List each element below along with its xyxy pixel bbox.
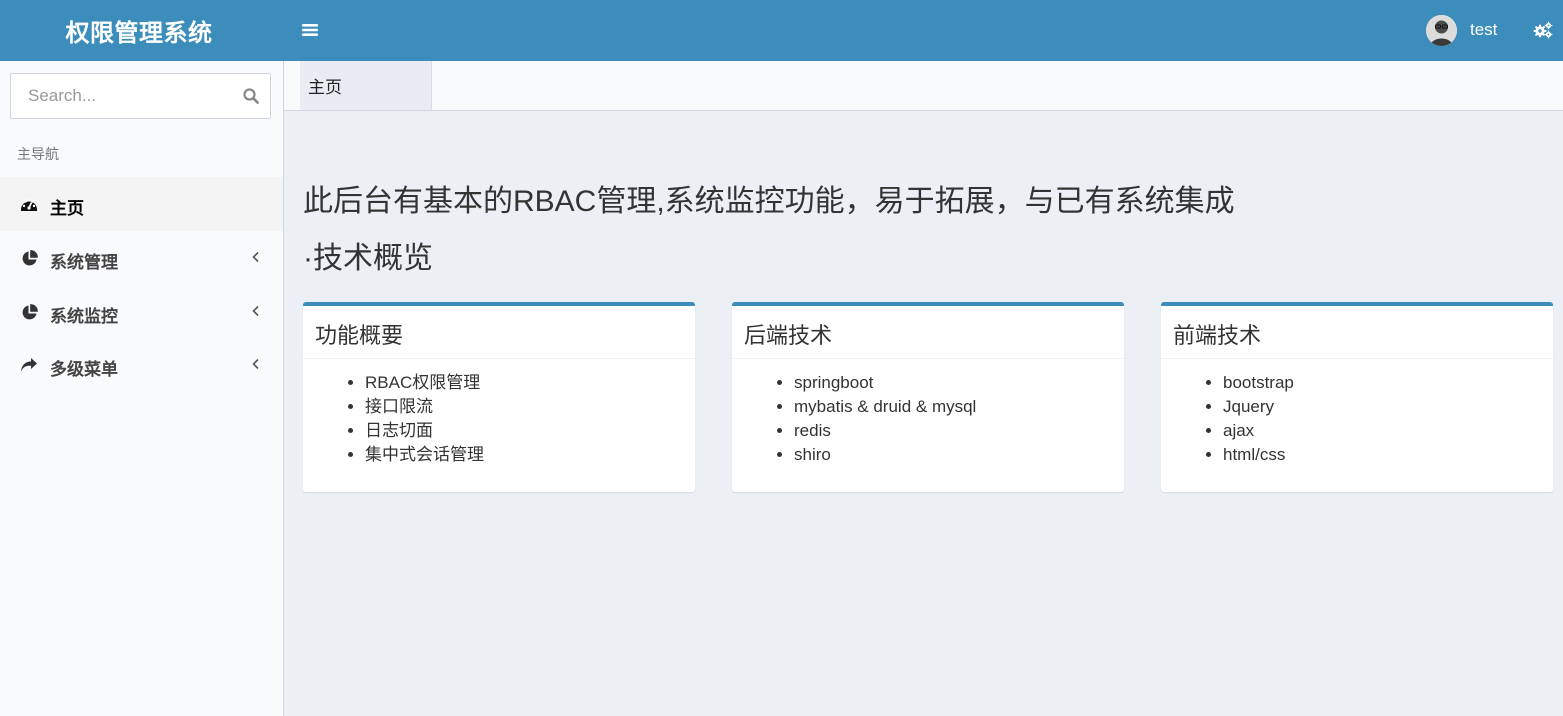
- share-arrow-icon: [19, 355, 39, 375]
- box-title: 前端技术: [1161, 306, 1553, 359]
- sidebar-toggle-button[interactable]: [294, 15, 326, 45]
- list-item: springboot: [794, 371, 1124, 395]
- sidebar-item-label: 系统监控: [50, 307, 118, 326]
- hamburger-menu-icon: [302, 24, 318, 36]
- list-item: 集中式会话管理: [365, 443, 695, 467]
- main-header: 权限管理系统 test: [0, 0, 1563, 61]
- list-item: Jquery: [1223, 395, 1553, 419]
- search-icon: [243, 88, 259, 104]
- gears-icon: [1533, 21, 1553, 39]
- section-title: ·技术概览: [303, 242, 433, 275]
- user-name: test: [1470, 20, 1498, 39]
- list-item: 接口限流: [365, 395, 695, 419]
- list-item: html/css: [1223, 443, 1553, 467]
- sidebar-item-label: 系统管理: [50, 253, 118, 272]
- list-item: 日志切面: [365, 419, 695, 443]
- search-button[interactable]: [231, 74, 271, 118]
- nav-header: 主导航: [17, 146, 59, 162]
- chevron-left-icon: [252, 358, 259, 370]
- frontend-tech-list: bootstrap Jquery ajax html/css: [1161, 359, 1553, 467]
- feature-summary-box: 功能概要 RBAC权限管理 接口限流 日志切面 集中式会话管理: [303, 302, 695, 492]
- user-menu[interactable]: test: [1418, 8, 1497, 52]
- sidebar-item-label: 多级菜单: [50, 360, 118, 379]
- page-tabs-bar: 主页: [284, 61, 1563, 111]
- chevron-left-icon: [252, 251, 259, 263]
- box-title: 功能概要: [303, 306, 695, 359]
- page-intro: 此后台有基本的RBAC管理,系统监控功能，易于拓展，与已有系统集成: [303, 185, 1235, 218]
- list-item: shiro: [794, 443, 1124, 467]
- chevron-left-icon: [252, 305, 259, 317]
- sidebar-item-home[interactable]: 主页: [0, 177, 283, 231]
- sidebar-item-system-monitor[interactable]: 系统监控: [0, 285, 283, 339]
- list-item: redis: [794, 419, 1124, 443]
- list-item: mybatis & druid & mysql: [794, 395, 1124, 419]
- sidebar-search-form: [10, 73, 271, 119]
- user-avatar: [1426, 14, 1457, 46]
- control-sidebar-button[interactable]: [1530, 17, 1556, 43]
- search-input[interactable]: [11, 74, 226, 118]
- tab-home[interactable]: 主页: [300, 61, 432, 110]
- app-logo[interactable]: 权限管理系统: [0, 0, 284, 61]
- box-title: 后端技术: [732, 306, 1124, 359]
- sidebar-item-system-management[interactable]: 系统管理: [0, 231, 283, 285]
- list-item: bootstrap: [1223, 371, 1553, 395]
- list-item: ajax: [1223, 419, 1553, 443]
- sidebar-item-label: 主页: [50, 199, 84, 218]
- list-item: RBAC权限管理: [365, 371, 695, 395]
- dashboard-icon: [19, 194, 39, 214]
- sidebar-item-multilevel-menu[interactable]: 多级菜单: [0, 338, 283, 392]
- backend-tech-list: springboot mybatis & druid & mysql redis…: [732, 359, 1124, 467]
- pie-chart-icon: [19, 302, 39, 322]
- frontend-tech-box: 前端技术 bootstrap Jquery ajax html/css: [1161, 302, 1553, 492]
- backend-tech-box: 后端技术 springboot mybatis & druid & mysql …: [732, 302, 1124, 492]
- feature-list: RBAC权限管理 接口限流 日志切面 集中式会话管理: [303, 359, 695, 467]
- pie-chart-icon: [19, 248, 39, 268]
- main-sidebar: 主导航 主页 系统管理: [0, 61, 284, 716]
